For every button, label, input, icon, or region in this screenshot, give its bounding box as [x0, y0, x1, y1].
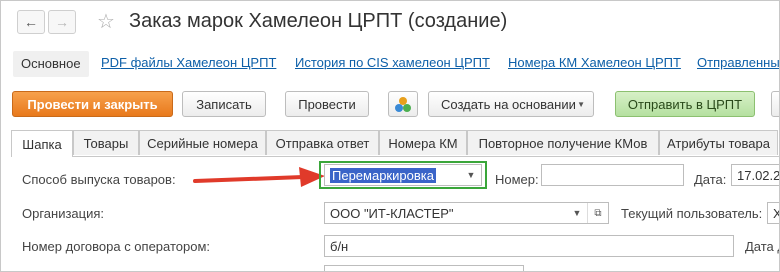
chevron-down-icon: ▼ [577, 99, 585, 109]
document-window: ← → ☆ Заказ марок Хамелеон ЦРПТ (создани… [0, 0, 780, 272]
arrow-left-icon: ← [24, 14, 38, 30]
arrow-right-icon: → [55, 14, 69, 30]
number-input[interactable] [541, 164, 684, 186]
link-main[interactable]: Основное [13, 51, 89, 77]
red-arrow-icon [193, 167, 325, 187]
link-pdf-files[interactable]: PDF файлы Хамелеон ЦРПТ [101, 55, 276, 70]
link-cis-history[interactable]: История по CIS хамелеон ЦРПТ [295, 55, 490, 70]
page-title: Заказ марок Хамелеон ЦРПТ (создание) [129, 10, 508, 32]
date-label: Дата: [694, 172, 727, 187]
favorite-star-icon[interactable]: ☆ [97, 9, 115, 34]
release-method-label: Способ выпуска товаров: [22, 172, 176, 187]
report-menu-button[interactable] [388, 91, 418, 117]
open-icon[interactable]: ⧉ [587, 203, 608, 223]
tab-km-numbers[interactable]: Номера КМ [379, 130, 467, 155]
organization-value: ООО "ИТ-КЛАСТЕР" [330, 205, 454, 221]
section-links-bar: Основное PDF файлы Хамелеон ЦРПТ История… [1, 45, 779, 81]
link-km-numbers[interactable]: Номера КМ Хамелеон ЦРПТ [508, 55, 681, 70]
post-button[interactable]: Провести [285, 91, 369, 117]
save-button[interactable]: Записать [182, 91, 266, 117]
organization-label: Организация: [22, 206, 105, 221]
create-based-on-button[interactable]: Создать на основании ▼ [428, 91, 594, 117]
colored-dots-icon [395, 97, 411, 112]
tab-header[interactable]: Шапка [11, 130, 73, 157]
link-sent[interactable]: Отправленны [697, 55, 779, 70]
release-method-select[interactable]: Перемаркировка ▼ [324, 164, 482, 186]
tab-send-response[interactable]: Отправка ответ [266, 130, 379, 155]
header-form: Способ выпуска товаров: Перемаркировка ▼… [11, 157, 779, 271]
number-label: Номер: [495, 172, 539, 187]
contract-input[interactable]: б/н [324, 235, 734, 257]
command-bar: Провести и закрыть Записать Провести Соз… [1, 91, 779, 121]
organization-select[interactable]: ООО "ИТ-КЛАСТЕР" ▼ ⧉ [324, 202, 609, 224]
chevron-down-icon[interactable]: ▼ [461, 165, 481, 185]
tab-strip: Шапка Товары Серийные номера Отправка от… [11, 130, 779, 157]
tab-serial-numbers[interactable]: Серийные номера [139, 130, 266, 155]
next-field-partial[interactable] [324, 265, 524, 271]
send-to-crpt-button[interactable]: Отправить в ЦРПТ [615, 91, 755, 117]
current-user-label: Текущий пользователь: [621, 206, 763, 221]
contract-label: Номер договора с оператором: [22, 239, 211, 254]
back-button[interactable]: ← [17, 10, 45, 34]
create-based-on-label: Создать на основании [441, 96, 576, 112]
chevron-down-icon[interactable]: ▼ [567, 203, 587, 223]
current-user-input[interactable]: Х [767, 202, 779, 224]
date-input[interactable]: 17.02.2 [731, 164, 779, 186]
more-button[interactable] [771, 91, 779, 117]
tab-product-attributes[interactable]: Атрибуты товара [659, 130, 778, 155]
forward-button[interactable]: → [48, 10, 76, 34]
title-bar: ← → ☆ Заказ марок Хамелеон ЦРПТ (создани… [1, 1, 779, 43]
tab-goods[interactable]: Товары [73, 130, 139, 155]
contract-date-label: Дата д [745, 239, 779, 254]
post-and-close-button[interactable]: Провести и закрыть [12, 91, 173, 117]
release-method-value: Перемаркировка [330, 167, 436, 183]
tab-km-repeat[interactable]: Повторное получение КМов [467, 130, 659, 155]
